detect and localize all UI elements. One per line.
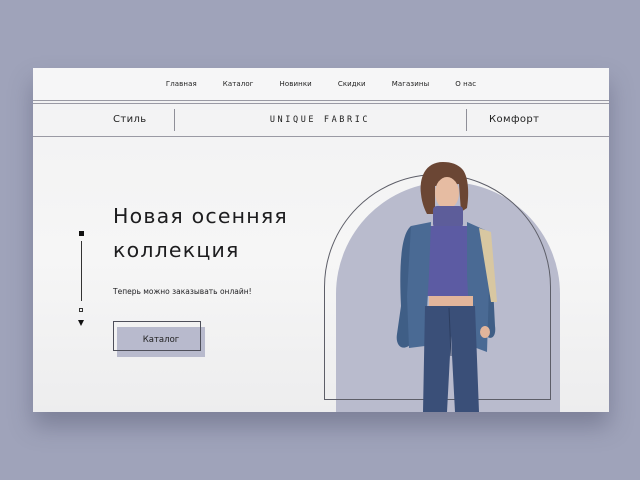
slider-track: [81, 241, 82, 301]
brand-logo[interactable]: UNIQUE FABRIC: [265, 104, 375, 136]
hero-subtext: Теперь можно заказывать онлайн!: [113, 287, 252, 296]
model-photo: [396, 162, 497, 412]
nav-new-link[interactable]: Новинки: [280, 80, 312, 88]
catalog-button-label: Каталог: [142, 335, 180, 345]
top-navigation: Главная Каталог Новинки Скидки Магазины …: [33, 68, 609, 101]
slider-dot-icon[interactable]: [79, 308, 83, 312]
nav-stores-link[interactable]: Магазины: [392, 80, 429, 88]
slider-current-dot-icon[interactable]: [79, 231, 84, 236]
landing-page: Главная Каталог Новинки Скидки Магазины …: [33, 68, 609, 412]
comfort-label: Комфорт: [489, 114, 540, 125]
headline-line-2: коллекция: [113, 238, 240, 262]
divider-right: [466, 109, 467, 131]
nav-home-link[interactable]: Главная: [166, 80, 197, 88]
brand-bar: Стиль UNIQUE FABRIC Комфорт: [33, 103, 609, 137]
nav-about-link[interactable]: О нас: [455, 80, 476, 88]
headline-line-1: Новая осенняя: [113, 204, 288, 228]
slider-indicator: [78, 228, 86, 332]
hero-headline: Новая осенняя коллекция: [113, 199, 323, 267]
catalog-button[interactable]: Каталог: [113, 321, 201, 351]
style-label: Стиль: [113, 114, 147, 125]
scroll-down-arrow-icon[interactable]: [78, 320, 84, 326]
nav-sale-link[interactable]: Скидки: [338, 80, 366, 88]
nav-catalog-link[interactable]: Каталог: [223, 80, 254, 88]
divider-left: [174, 109, 175, 131]
